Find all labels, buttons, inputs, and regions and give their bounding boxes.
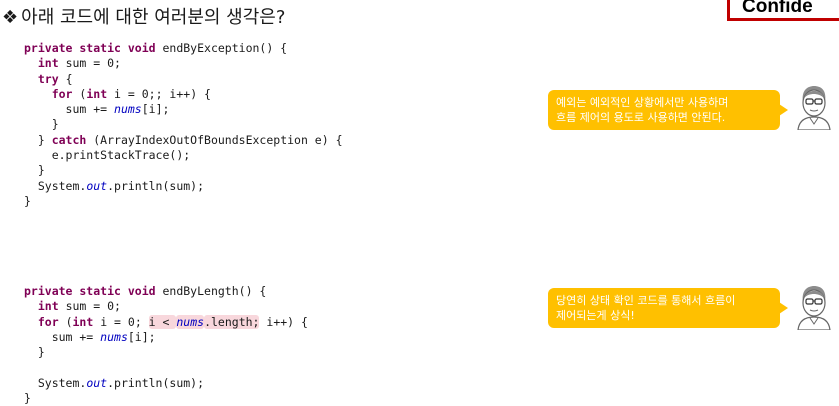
slide-title: ❖ 아래 코드에 대한 여러분의 생각은?: [2, 3, 285, 29]
code-line: private static void endByException() {: [24, 41, 343, 56]
code-token: int: [72, 314, 94, 329]
confidential-stamp: Confide: [727, 0, 839, 21]
code-token: {: [58, 71, 73, 86]
code-token: }: [24, 193, 31, 208]
code-token: endByLength() {: [162, 284, 267, 298]
code-token: .println(sum);: [107, 178, 205, 193]
code-token: endByException() {: [162, 41, 288, 55]
comment-line: 제어되는게 상식!: [556, 309, 635, 322]
code-line: int sum = 0;: [24, 299, 308, 314]
code-token: }: [24, 132, 52, 147]
code-token: nums: [176, 314, 205, 329]
code-token: out: [86, 178, 108, 193]
code-token: i <: [148, 314, 177, 329]
code-token: sum = 0;: [58, 299, 121, 314]
comment-line: 흐름 제어의 용도로 사용하면 안된다.: [556, 111, 726, 124]
code-token: }: [24, 163, 45, 178]
code-token: for: [37, 314, 59, 329]
code-block-end-by-exception: private static void endByException() { i…: [24, 41, 343, 209]
code-line: e.printStackTrace();: [24, 148, 343, 163]
code-line: System.out.println(sum);: [24, 376, 308, 391]
code-token: out: [86, 375, 108, 390]
person-with-glasses-icon: [797, 286, 831, 330]
code-line: sum += nums[i];: [24, 102, 343, 117]
code-token: for: [51, 86, 73, 101]
code-token: sum +=: [24, 102, 115, 117]
code-token: sum = 0;: [58, 56, 121, 71]
code-token: try: [37, 71, 59, 86]
code-token: }: [24, 391, 31, 406]
code-token: e.printStackTrace();: [24, 148, 191, 163]
code-line: for (int i = 0; i < nums.length; i++) {: [24, 314, 308, 330]
code-token: (: [72, 86, 87, 101]
code-token: i++) {: [259, 314, 308, 329]
code-token: sum +=: [24, 329, 101, 344]
code-token: (: [58, 314, 73, 329]
comment-bubble-length: 당연히 상태 확인 코드를 통해서 흐름이 제어되는게 상식!: [548, 288, 788, 328]
code-line: } catch (ArrayIndexOutOfBoundsException …: [24, 133, 343, 148]
code-line: for (int i = 0;; i++) {: [24, 87, 343, 102]
slide-title-text: 아래 코드에 대한 여러분의 생각은?: [21, 7, 286, 28]
code-token: private static void: [24, 41, 163, 55]
code-token: (ArrayIndexOutOfBoundsException e) {: [86, 132, 343, 147]
code-block-end-by-length: private static void endByLength() { int …: [24, 284, 308, 406]
person-with-glasses-icon: [797, 86, 831, 130]
comment-bubble-exception: 예외는 예외적인 상황에서만 사용하며 흐름 제어의 용도로 사용하면 안된다.: [548, 90, 788, 130]
code-line: try {: [24, 72, 343, 87]
code-line: }: [24, 117, 343, 132]
code-token: i = 0;: [93, 314, 149, 329]
code-token: }: [24, 117, 59, 132]
code-line: System.out.println(sum);: [24, 179, 343, 194]
code-token: }: [24, 345, 45, 360]
diamond-bullet-icon: ❖: [2, 7, 19, 28]
code-token: nums: [100, 329, 128, 344]
code-token: System.: [24, 375, 87, 390]
code-token: catch: [51, 132, 87, 147]
code-token: .length;: [204, 314, 260, 329]
comment-line: 당연히 상태 확인 코드를 통해서 흐름이: [556, 294, 736, 307]
code-line: sum += nums[i];: [24, 330, 308, 345]
code-token: [i];: [127, 329, 156, 344]
code-line: }: [24, 194, 343, 209]
code-token: int: [37, 299, 59, 314]
code-token: .println(sum);: [107, 375, 205, 390]
code-line: }: [24, 345, 308, 360]
code-line: int sum = 0;: [24, 56, 343, 71]
code-token: nums: [114, 102, 142, 117]
code-token: [i];: [141, 102, 170, 117]
code-token: int: [37, 56, 59, 71]
code-line: }: [24, 391, 308, 406]
code-line: private static void endByLength() {: [24, 284, 308, 299]
code-token: int: [86, 86, 108, 101]
code-token: i = 0;; i++) {: [107, 86, 211, 101]
code-token: private static void: [24, 284, 163, 298]
code-token: System.: [24, 178, 87, 193]
comment-line: 예외는 예외적인 상황에서만 사용하며: [556, 96, 729, 109]
code-line: }: [24, 163, 343, 178]
